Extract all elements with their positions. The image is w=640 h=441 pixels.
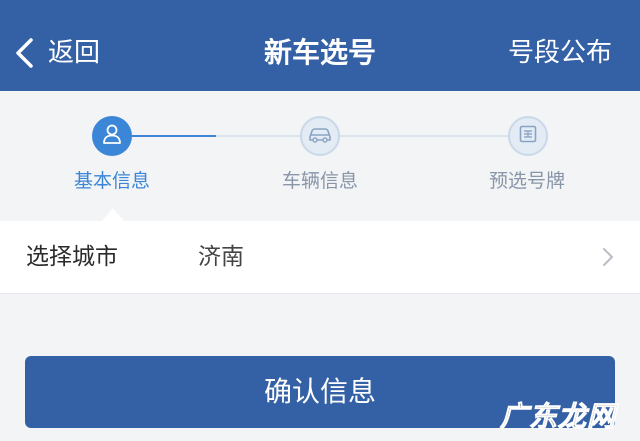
step-plate-select-marker <box>508 116 548 156</box>
step-basic-info-marker <box>92 116 132 156</box>
city-field-label: 选择城市 <box>26 244 118 270</box>
step-plate-select-label: 预选号牌 <box>488 170 565 192</box>
select-city-row[interactable]: 选择城市 济南 <box>0 221 640 294</box>
active-step-pointer <box>102 208 124 221</box>
step-connector-active <box>132 135 216 137</box>
step-vehicle-info-label: 车辆信息 <box>281 170 358 192</box>
user-icon <box>101 123 123 149</box>
step-progress: 基本信息 车辆信息 预选号牌 <box>0 91 640 221</box>
app-header: 返回 新车选号 号段公布 <box>0 0 640 91</box>
car-icon <box>307 124 333 148</box>
step-connector <box>216 135 300 137</box>
step-vehicle-info-marker <box>300 116 340 156</box>
license-plate-icon <box>518 124 538 148</box>
city-field-value: 济南 <box>198 244 244 270</box>
watermark-logo: 广东龙网 <box>499 400 616 434</box>
number-segment-announcement-button[interactable]: 号段公布 <box>508 34 612 72</box>
step-connector <box>340 135 508 137</box>
chevron-right-icon <box>602 247 614 271</box>
step-basic-info-label: 基本信息 <box>73 170 150 192</box>
